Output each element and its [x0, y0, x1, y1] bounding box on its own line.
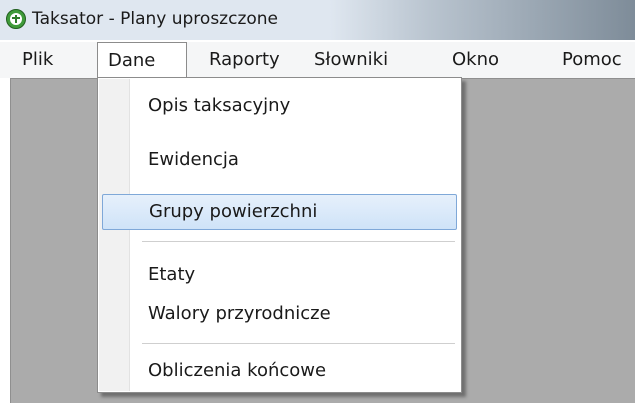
menu-gutter [99, 79, 130, 391]
menu-item-label: Opis taksacyjny [148, 95, 291, 116]
menu-item-obliczenia-koncowe[interactable]: Obliczenia końcowe [102, 354, 457, 390]
menu-item-etaty[interactable]: Etaty [102, 258, 457, 294]
menu-separator [142, 241, 455, 243]
menu-slowniki[interactable]: Słowniki [311, 42, 421, 78]
menu-plik[interactable]: Plik [12, 42, 70, 78]
dane-dropdown-menu: Opis taksacyjny Ewidencja Grupy powierzc… [97, 77, 462, 393]
menu-separator [142, 343, 455, 345]
menu-okno[interactable]: Okno [438, 42, 518, 78]
menu-item-label: Grupy powierzchni [149, 201, 318, 222]
menu-item-label: Obliczenia końcowe [148, 360, 327, 381]
menu-item-walory-przyrodnicze[interactable]: Walory przyrodnicze [102, 297, 457, 333]
menu-item-label: Walory przyrodnicze [148, 303, 331, 324]
menu-dane[interactable]: Dane [97, 42, 187, 78]
menu-item-label: Etaty [148, 264, 196, 285]
menu-item-grupy-powierzchni[interactable]: Grupy powierzchni [102, 194, 457, 230]
title-bar: Taksator - Plany uproszczone [0, 0, 635, 40]
menu-item-ewidencja[interactable]: Ewidencja [102, 143, 457, 179]
menu-pomoc[interactable]: Pomoc [548, 42, 635, 78]
menu-raporty[interactable]: Raporty [201, 42, 297, 78]
menu-bar: Plik Dane Raporty Słowniki Okno Pomoc [0, 42, 635, 79]
menu-item-label: Ewidencja [148, 149, 239, 170]
app-leaf-icon[interactable] [6, 9, 26, 29]
window-title: Taksator - Plany uproszczone [32, 9, 279, 29]
menu-item-opis-taksacyjny[interactable]: Opis taksacyjny [102, 89, 457, 125]
